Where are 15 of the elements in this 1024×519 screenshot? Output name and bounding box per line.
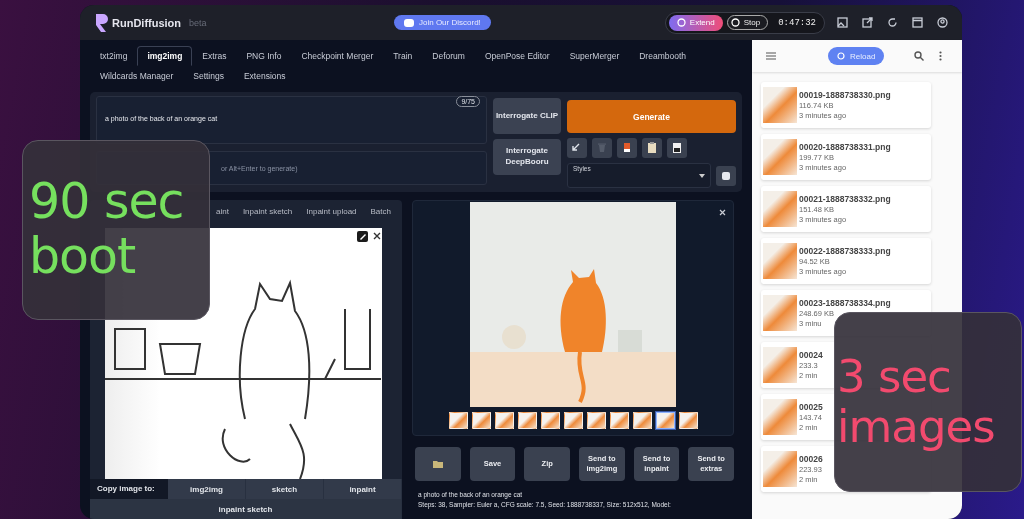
file-name: 00019-1888738330.png (799, 90, 891, 100)
file-name: 00020-1888738331.png (799, 142, 891, 152)
file-name: 00024 (799, 350, 823, 360)
file-name: 00025 (799, 402, 823, 412)
beta-label: beta (189, 17, 207, 28)
file-name: 00023-1888738334.png (799, 298, 891, 308)
promo-text: images (837, 402, 996, 453)
copy-label: Copy image to: (90, 479, 168, 499)
logo-text: RunDiffusion (112, 16, 182, 29)
timer: 0:47:32 (778, 17, 816, 28)
promo-text: 3 sec (837, 351, 952, 402)
file-name: 00026 (799, 454, 823, 464)
file-name: 00022-1888738333.png (799, 246, 891, 256)
promo-text: boot (29, 230, 137, 285)
file-name: 00021-1888738332.png (799, 194, 891, 204)
